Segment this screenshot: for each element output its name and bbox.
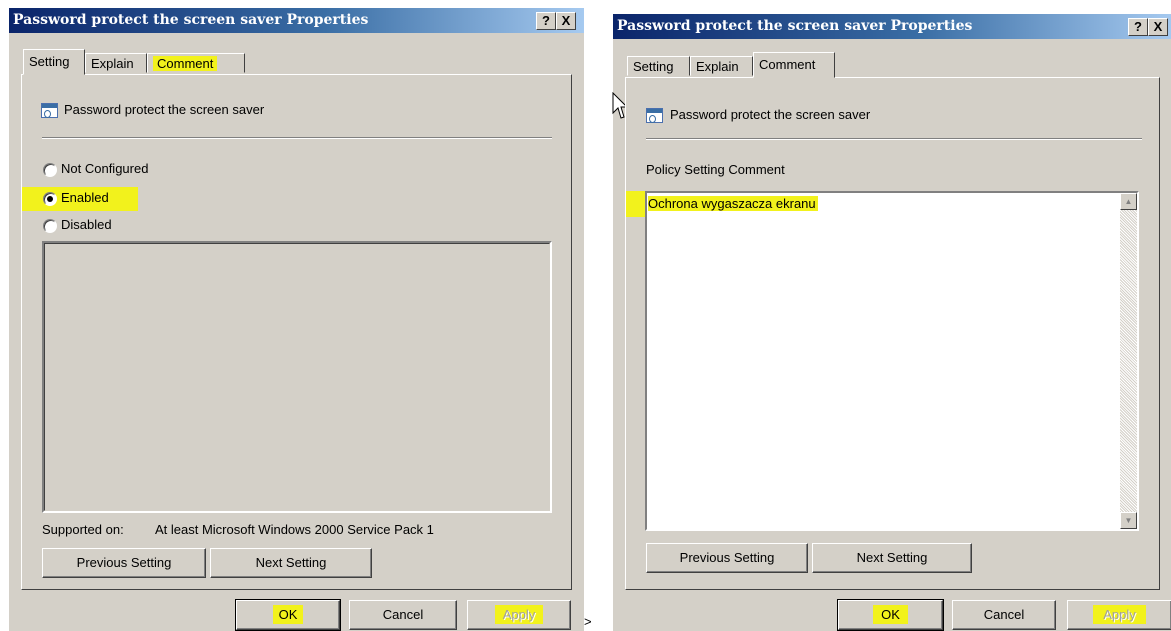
- tab-strip: Setting Explain Comment: [23, 49, 323, 75]
- radio-not-configured-label: Not Configured: [61, 161, 149, 176]
- separator-arrow: >: [584, 614, 592, 629]
- tab-comment-label: Comment: [153, 56, 218, 71]
- cancel-button[interactable]: Cancel: [952, 600, 1056, 630]
- tab-comment-label: Comment: [759, 57, 816, 72]
- apply-button[interactable]: Apply: [1067, 600, 1171, 630]
- tab-setting-label: Setting: [633, 59, 674, 74]
- previous-setting-button[interactable]: Previous Setting: [646, 543, 808, 573]
- cancel-label: Cancel: [983, 607, 1025, 622]
- left-properties-dialog: Password protect the screen saver Proper…: [8, 8, 584, 631]
- tab-comment[interactable]: Comment: [753, 52, 835, 78]
- radio-disabled-circle[interactable]: [43, 219, 57, 233]
- radio-not-configured-circle[interactable]: [43, 163, 57, 177]
- ok-label: OK: [873, 605, 908, 624]
- tab-setting[interactable]: Setting: [627, 56, 690, 76]
- tab-setting-label: Setting: [29, 54, 70, 69]
- comment-textarea[interactable]: Ochrona wygaszacza ekranu ▲ ▼: [645, 191, 1139, 531]
- scroll-down-arrow-icon[interactable]: ▼: [1120, 512, 1137, 529]
- policy-icon: [41, 103, 58, 118]
- policy-icon: [646, 108, 663, 123]
- help-button[interactable]: ?: [536, 12, 556, 30]
- tab-explain-label: Explain: [91, 56, 134, 71]
- next-setting-label: Next Setting: [856, 550, 928, 565]
- tab-setting[interactable]: Setting: [23, 49, 85, 75]
- radio-disabled-label: Disabled: [61, 217, 112, 232]
- options-panel: [42, 241, 552, 513]
- apply-label: Apply: [1093, 605, 1146, 624]
- vertical-scrollbar[interactable]: ▲ ▼: [1120, 193, 1137, 529]
- tab-strip: Setting Explain Comment: [627, 52, 927, 78]
- supported-on-label: Supported on:: [42, 522, 124, 537]
- apply-label: Apply: [494, 605, 544, 624]
- close-button[interactable]: X: [556, 12, 576, 30]
- options-panel-inner: [44, 243, 550, 511]
- window-title: Password protect the screen saver Proper…: [13, 12, 369, 28]
- radio-disabled[interactable]: Disabled: [43, 217, 243, 237]
- comment-page: Password protect the screen saver Policy…: [625, 77, 1160, 590]
- policy-name: Password protect the screen saver: [670, 107, 871, 122]
- radio-enabled[interactable]: Enabled: [43, 190, 243, 210]
- tab-explain-label: Explain: [696, 59, 739, 74]
- supported-on-value: At least Microsoft Windows 2000 Service …: [155, 522, 434, 537]
- previous-setting-label: Previous Setting: [679, 550, 775, 565]
- setting-page: Password protect the screen saver Not Co…: [21, 74, 572, 590]
- policy-name: Password protect the screen saver: [64, 102, 265, 117]
- policy-setting-comment-label: Policy Setting Comment: [646, 162, 785, 177]
- divider: [646, 138, 1142, 140]
- next-setting-button[interactable]: Next Setting: [812, 543, 972, 573]
- title-bar[interactable]: Password protect the screen saver Proper…: [9, 8, 584, 33]
- cancel-label: Cancel: [382, 607, 424, 622]
- help-button[interactable]: ?: [1128, 18, 1148, 36]
- scroll-up-arrow-icon[interactable]: ▲: [1120, 193, 1137, 210]
- ok-label: OK: [272, 605, 304, 624]
- tab-explain[interactable]: Explain: [690, 56, 753, 76]
- previous-setting-button[interactable]: Previous Setting: [42, 548, 206, 578]
- title-bar[interactable]: Password protect the screen saver Proper…: [613, 14, 1171, 39]
- ok-button[interactable]: OK: [837, 599, 944, 631]
- tab-comment[interactable]: Comment: [147, 53, 245, 73]
- right-properties-dialog: Password protect the screen saver Proper…: [612, 14, 1171, 631]
- comment-text: Ochrona wygaszacza ekranu: [648, 196, 818, 211]
- radio-not-configured[interactable]: Not Configured: [43, 161, 243, 181]
- tab-explain[interactable]: Explain: [85, 53, 147, 73]
- radio-enabled-circle[interactable]: [43, 192, 57, 206]
- ok-button[interactable]: OK: [235, 599, 341, 631]
- window-title: Password protect the screen saver Proper…: [617, 18, 973, 34]
- previous-setting-label: Previous Setting: [76, 555, 172, 570]
- apply-button[interactable]: Apply: [467, 600, 571, 630]
- divider: [42, 137, 552, 139]
- close-button[interactable]: X: [1148, 18, 1168, 36]
- next-setting-button[interactable]: Next Setting: [210, 548, 372, 578]
- radio-enabled-label: Enabled: [61, 190, 109, 205]
- next-setting-label: Next Setting: [255, 555, 327, 570]
- cancel-button[interactable]: Cancel: [349, 600, 457, 630]
